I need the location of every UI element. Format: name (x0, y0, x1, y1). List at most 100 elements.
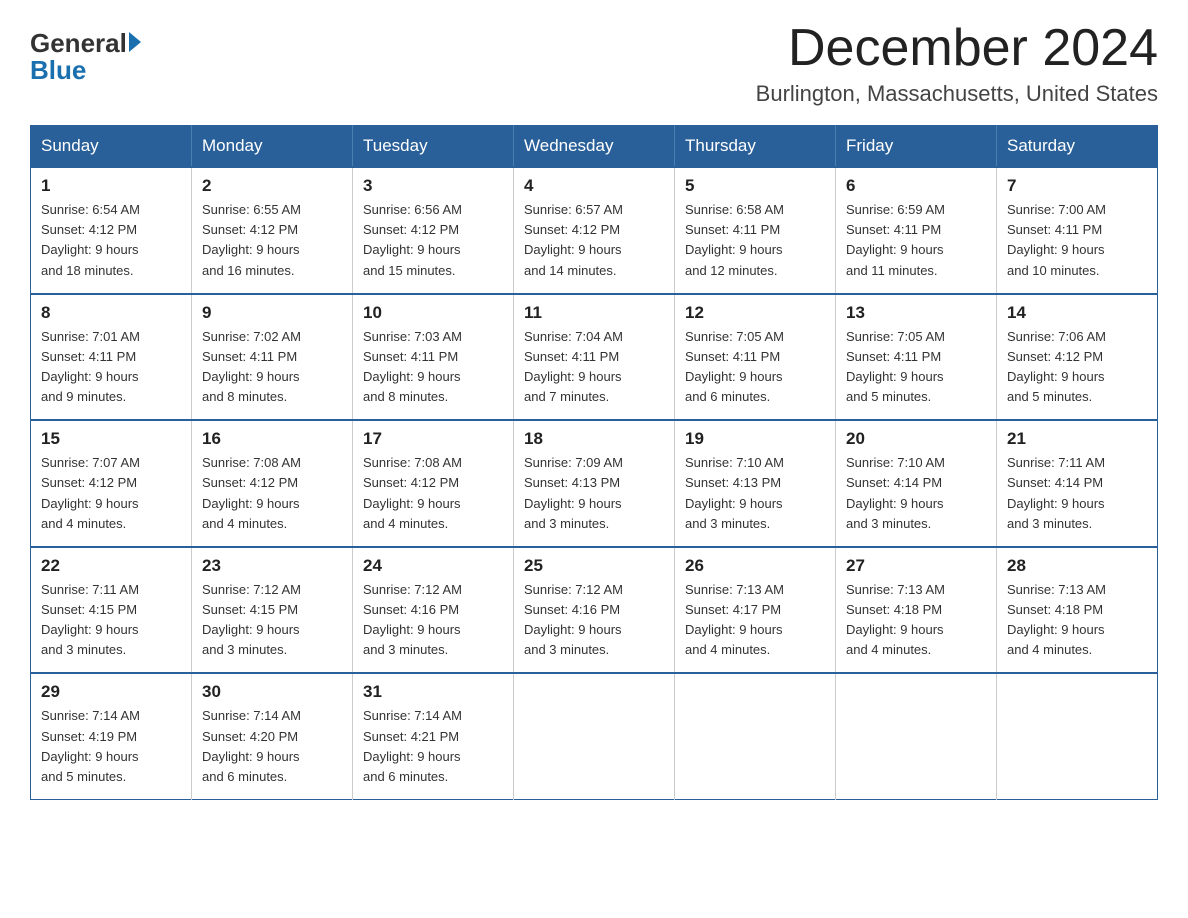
logo-arrow-icon (129, 32, 141, 52)
day-info: Sunrise: 6:59 AM Sunset: 4:11 PM Dayligh… (846, 200, 986, 281)
day-info: Sunrise: 7:13 AM Sunset: 4:17 PM Dayligh… (685, 580, 825, 661)
weekday-wednesday: Wednesday (514, 126, 675, 168)
calendar-cell: 16 Sunrise: 7:08 AM Sunset: 4:12 PM Dayl… (192, 420, 353, 547)
day-info: Sunrise: 7:03 AM Sunset: 4:11 PM Dayligh… (363, 327, 503, 408)
calendar-cell: 21 Sunrise: 7:11 AM Sunset: 4:14 PM Dayl… (997, 420, 1158, 547)
day-number: 6 (846, 176, 986, 196)
calendar-week-2: 8 Sunrise: 7:01 AM Sunset: 4:11 PM Dayli… (31, 294, 1158, 421)
day-info: Sunrise: 7:01 AM Sunset: 4:11 PM Dayligh… (41, 327, 181, 408)
calendar-cell: 17 Sunrise: 7:08 AM Sunset: 4:12 PM Dayl… (353, 420, 514, 547)
calendar-cell: 30 Sunrise: 7:14 AM Sunset: 4:20 PM Dayl… (192, 673, 353, 799)
day-info: Sunrise: 7:14 AM Sunset: 4:20 PM Dayligh… (202, 706, 342, 787)
calendar-cell: 19 Sunrise: 7:10 AM Sunset: 4:13 PM Dayl… (675, 420, 836, 547)
calendar-week-3: 15 Sunrise: 7:07 AM Sunset: 4:12 PM Dayl… (31, 420, 1158, 547)
calendar-cell: 9 Sunrise: 7:02 AM Sunset: 4:11 PM Dayli… (192, 294, 353, 421)
weekday-header-row: SundayMondayTuesdayWednesdayThursdayFrid… (31, 126, 1158, 168)
day-number: 3 (363, 176, 503, 196)
day-number: 13 (846, 303, 986, 323)
calendar-cell: 7 Sunrise: 7:00 AM Sunset: 4:11 PM Dayli… (997, 167, 1158, 294)
subtitle: Burlington, Massachusetts, United States (756, 81, 1158, 107)
day-number: 24 (363, 556, 503, 576)
day-number: 8 (41, 303, 181, 323)
day-number: 26 (685, 556, 825, 576)
day-info: Sunrise: 7:08 AM Sunset: 4:12 PM Dayligh… (202, 453, 342, 534)
day-info: Sunrise: 6:58 AM Sunset: 4:11 PM Dayligh… (685, 200, 825, 281)
day-info: Sunrise: 7:05 AM Sunset: 4:11 PM Dayligh… (846, 327, 986, 408)
day-info: Sunrise: 7:00 AM Sunset: 4:11 PM Dayligh… (1007, 200, 1147, 281)
day-number: 28 (1007, 556, 1147, 576)
logo-blue-text: Blue (30, 55, 86, 86)
day-info: Sunrise: 7:04 AM Sunset: 4:11 PM Dayligh… (524, 327, 664, 408)
day-info: Sunrise: 7:10 AM Sunset: 4:13 PM Dayligh… (685, 453, 825, 534)
calendar-cell: 13 Sunrise: 7:05 AM Sunset: 4:11 PM Dayl… (836, 294, 997, 421)
calendar-cell: 23 Sunrise: 7:12 AM Sunset: 4:15 PM Dayl… (192, 547, 353, 674)
day-number: 21 (1007, 429, 1147, 449)
day-info: Sunrise: 7:13 AM Sunset: 4:18 PM Dayligh… (1007, 580, 1147, 661)
day-number: 20 (846, 429, 986, 449)
day-number: 22 (41, 556, 181, 576)
day-number: 30 (202, 682, 342, 702)
calendar-cell: 3 Sunrise: 6:56 AM Sunset: 4:12 PM Dayli… (353, 167, 514, 294)
day-info: Sunrise: 6:55 AM Sunset: 4:12 PM Dayligh… (202, 200, 342, 281)
day-number: 27 (846, 556, 986, 576)
day-info: Sunrise: 7:11 AM Sunset: 4:15 PM Dayligh… (41, 580, 181, 661)
day-number: 2 (202, 176, 342, 196)
calendar-cell (675, 673, 836, 799)
calendar-cell: 24 Sunrise: 7:12 AM Sunset: 4:16 PM Dayl… (353, 547, 514, 674)
calendar-cell: 22 Sunrise: 7:11 AM Sunset: 4:15 PM Dayl… (31, 547, 192, 674)
day-info: Sunrise: 7:12 AM Sunset: 4:16 PM Dayligh… (524, 580, 664, 661)
calendar-cell: 1 Sunrise: 6:54 AM Sunset: 4:12 PM Dayli… (31, 167, 192, 294)
calendar-cell: 12 Sunrise: 7:05 AM Sunset: 4:11 PM Dayl… (675, 294, 836, 421)
day-info: Sunrise: 7:12 AM Sunset: 4:16 PM Dayligh… (363, 580, 503, 661)
day-info: Sunrise: 7:12 AM Sunset: 4:15 PM Dayligh… (202, 580, 342, 661)
calendar-week-5: 29 Sunrise: 7:14 AM Sunset: 4:19 PM Dayl… (31, 673, 1158, 799)
calendar-cell: 18 Sunrise: 7:09 AM Sunset: 4:13 PM Dayl… (514, 420, 675, 547)
calendar-cell: 26 Sunrise: 7:13 AM Sunset: 4:17 PM Dayl… (675, 547, 836, 674)
day-info: Sunrise: 7:06 AM Sunset: 4:12 PM Dayligh… (1007, 327, 1147, 408)
day-number: 19 (685, 429, 825, 449)
calendar-cell: 10 Sunrise: 7:03 AM Sunset: 4:11 PM Dayl… (353, 294, 514, 421)
weekday-monday: Monday (192, 126, 353, 168)
day-number: 18 (524, 429, 664, 449)
calendar-cell: 15 Sunrise: 7:07 AM Sunset: 4:12 PM Dayl… (31, 420, 192, 547)
calendar-week-1: 1 Sunrise: 6:54 AM Sunset: 4:12 PM Dayli… (31, 167, 1158, 294)
day-info: Sunrise: 7:14 AM Sunset: 4:21 PM Dayligh… (363, 706, 503, 787)
day-number: 31 (363, 682, 503, 702)
day-number: 4 (524, 176, 664, 196)
day-info: Sunrise: 7:07 AM Sunset: 4:12 PM Dayligh… (41, 453, 181, 534)
day-info: Sunrise: 7:13 AM Sunset: 4:18 PM Dayligh… (846, 580, 986, 661)
day-info: Sunrise: 6:57 AM Sunset: 4:12 PM Dayligh… (524, 200, 664, 281)
calendar-cell (514, 673, 675, 799)
calendar-cell: 8 Sunrise: 7:01 AM Sunset: 4:11 PM Dayli… (31, 294, 192, 421)
weekday-saturday: Saturday (997, 126, 1158, 168)
main-title: December 2024 (756, 20, 1158, 77)
page-header: General Blue December 2024 Burlington, M… (30, 20, 1158, 107)
calendar-table: SundayMondayTuesdayWednesdayThursdayFrid… (30, 125, 1158, 800)
day-number: 23 (202, 556, 342, 576)
day-info: Sunrise: 7:08 AM Sunset: 4:12 PM Dayligh… (363, 453, 503, 534)
weekday-friday: Friday (836, 126, 997, 168)
calendar-header: SundayMondayTuesdayWednesdayThursdayFrid… (31, 126, 1158, 168)
calendar-cell: 4 Sunrise: 6:57 AM Sunset: 4:12 PM Dayli… (514, 167, 675, 294)
day-number: 17 (363, 429, 503, 449)
calendar-cell: 11 Sunrise: 7:04 AM Sunset: 4:11 PM Dayl… (514, 294, 675, 421)
day-info: Sunrise: 6:54 AM Sunset: 4:12 PM Dayligh… (41, 200, 181, 281)
logo: General Blue (30, 28, 141, 86)
title-section: December 2024 Burlington, Massachusetts,… (756, 20, 1158, 107)
calendar-cell: 31 Sunrise: 7:14 AM Sunset: 4:21 PM Dayl… (353, 673, 514, 799)
day-number: 14 (1007, 303, 1147, 323)
weekday-sunday: Sunday (31, 126, 192, 168)
calendar-cell: 6 Sunrise: 6:59 AM Sunset: 4:11 PM Dayli… (836, 167, 997, 294)
weekday-thursday: Thursday (675, 126, 836, 168)
day-number: 11 (524, 303, 664, 323)
day-info: Sunrise: 7:05 AM Sunset: 4:11 PM Dayligh… (685, 327, 825, 408)
day-number: 7 (1007, 176, 1147, 196)
calendar-body: 1 Sunrise: 6:54 AM Sunset: 4:12 PM Dayli… (31, 167, 1158, 799)
day-info: Sunrise: 7:09 AM Sunset: 4:13 PM Dayligh… (524, 453, 664, 534)
calendar-cell: 28 Sunrise: 7:13 AM Sunset: 4:18 PM Dayl… (997, 547, 1158, 674)
day-info: Sunrise: 7:10 AM Sunset: 4:14 PM Dayligh… (846, 453, 986, 534)
day-number: 29 (41, 682, 181, 702)
calendar-cell (836, 673, 997, 799)
calendar-cell: 25 Sunrise: 7:12 AM Sunset: 4:16 PM Dayl… (514, 547, 675, 674)
day-number: 9 (202, 303, 342, 323)
